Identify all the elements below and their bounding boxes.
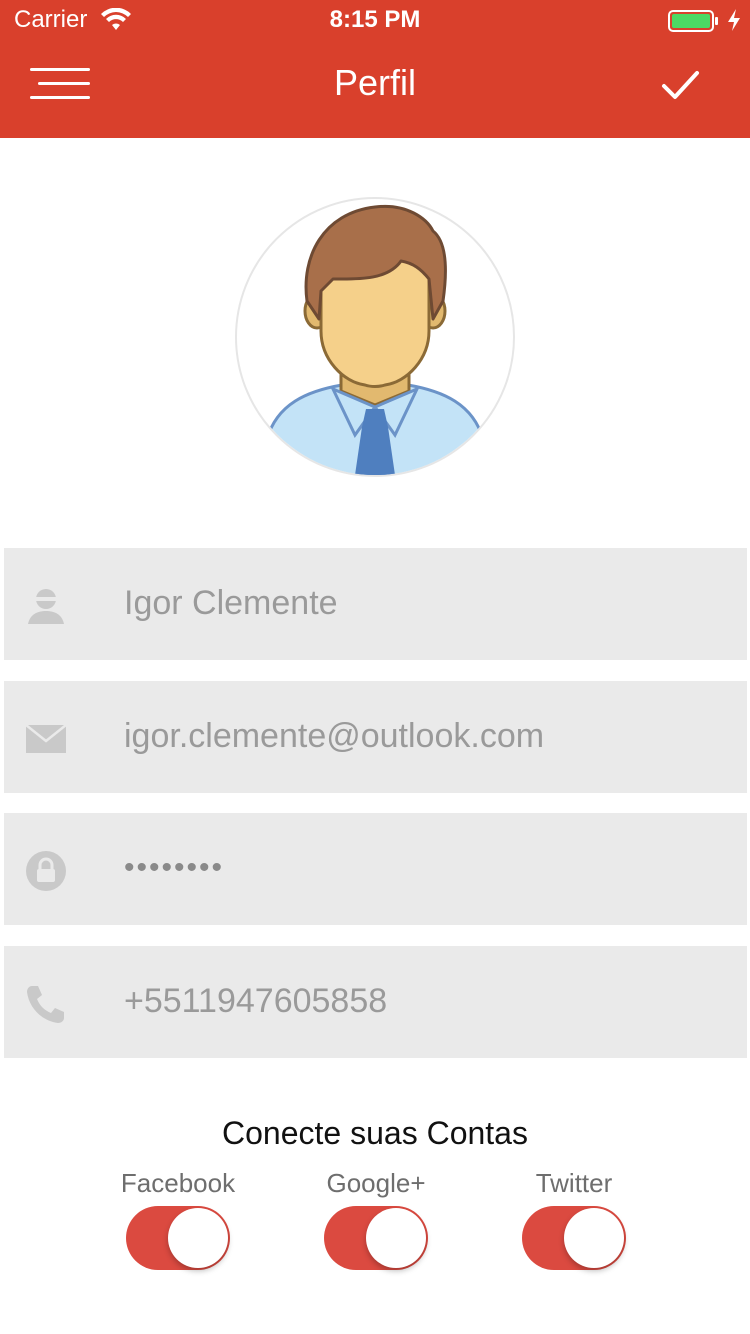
- password-value: ••••••••: [124, 851, 225, 884]
- phone-value: +5511947605858: [124, 982, 388, 1020]
- facebook-toggle[interactable]: [126, 1206, 230, 1270]
- status-bar: Carrier 8:15 PM: [0, 0, 750, 40]
- lock-icon: [26, 851, 66, 891]
- toggle-knob: [168, 1208, 228, 1268]
- name-field[interactable]: Igor Clemente: [4, 548, 747, 660]
- google-label: Google+: [326, 1168, 426, 1198]
- password-field[interactable]: ••••••••: [4, 813, 747, 925]
- facebook-toggle-group: Facebook: [108, 1168, 248, 1270]
- name-value: Igor Clemente: [124, 584, 338, 622]
- page-title: Perfil: [333, 62, 417, 103]
- toggle-knob: [366, 1208, 426, 1268]
- email-field[interactable]: igor.clemente@outlook.com: [4, 681, 747, 793]
- checkmark-icon[interactable]: [656, 62, 704, 110]
- twitter-label: Twitter: [535, 1168, 613, 1198]
- charging-bolt-icon: [728, 9, 740, 31]
- nav-bar: Perfil: [0, 40, 750, 138]
- clock: 8:15 PM: [329, 6, 421, 33]
- envelope-icon: [25, 724, 67, 753]
- email-value: igor.clemente@outlook.com: [124, 717, 545, 755]
- user-icon: [28, 589, 64, 624]
- phone-icon: [27, 986, 64, 1023]
- twitter-toggle-group: Twitter: [504, 1168, 644, 1270]
- toggle-knob: [564, 1208, 624, 1268]
- phone-field[interactable]: +5511947605858: [4, 946, 747, 1058]
- facebook-label: Facebook: [120, 1168, 236, 1198]
- battery-icon: [668, 10, 718, 32]
- twitter-toggle[interactable]: [522, 1206, 626, 1270]
- user-avatar-icon[interactable]: [235, 197, 515, 477]
- google-toggle[interactable]: [324, 1206, 428, 1270]
- google-toggle-group: Google+: [306, 1168, 446, 1270]
- connect-accounts-title: Conecte suas Contas: [222, 1115, 528, 1151]
